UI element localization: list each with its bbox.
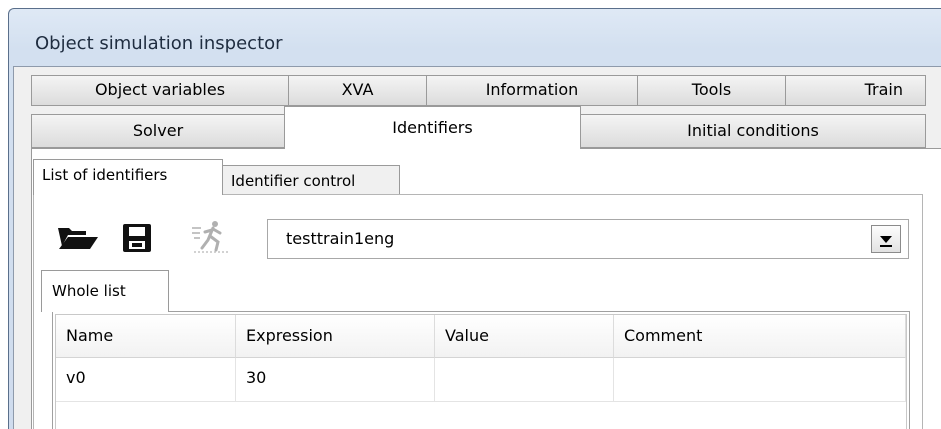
- tab-object-variables[interactable]: Object variables: [31, 75, 289, 106]
- chevron-down-icon: [880, 236, 892, 247]
- toolbar-separator: [253, 219, 254, 257]
- table-cell-name[interactable]: v0: [56, 358, 236, 402]
- tab-xva[interactable]: XVA: [288, 75, 427, 106]
- toolbar-separator: [177, 219, 178, 257]
- table-cell-comment[interactable]: [614, 358, 906, 402]
- tab-information[interactable]: Information: [426, 75, 638, 106]
- subtab-identifier-control[interactable]: Identifier control: [222, 165, 400, 195]
- running-man-icon[interactable]: [188, 218, 232, 258]
- subtab-list-of-identifiers[interactable]: List of identifiers: [33, 159, 223, 195]
- tab-tools[interactable]: Tools: [637, 75, 786, 106]
- column-header-value[interactable]: Value: [435, 315, 614, 358]
- table-cell-expression[interactable]: 30: [236, 358, 435, 402]
- tab-identifiers[interactable]: Identifiers: [284, 106, 581, 149]
- column-header-name[interactable]: Name: [56, 315, 236, 358]
- tab-initial-conditions[interactable]: Initial conditions: [580, 114, 926, 148]
- combo-dropdown-button[interactable]: [871, 225, 901, 253]
- tab-train[interactable]: Train: [785, 75, 926, 106]
- identifier-set-combo[interactable]: testtrain1eng: [267, 219, 909, 259]
- save-icon[interactable]: [120, 221, 154, 255]
- table-cell-value[interactable]: [435, 358, 614, 402]
- folder-open-icon[interactable]: [56, 222, 100, 254]
- tab-whole-list[interactable]: Whole list: [41, 270, 169, 312]
- column-header-comment[interactable]: Comment: [614, 315, 906, 358]
- tab-solver[interactable]: Solver: [31, 114, 285, 148]
- column-header-expression[interactable]: Expression: [236, 315, 435, 358]
- window-title: Object simulation inspector: [35, 33, 283, 54]
